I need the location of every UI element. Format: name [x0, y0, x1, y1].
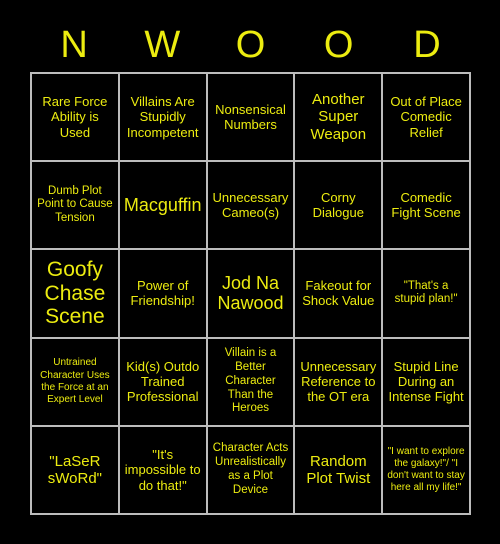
bingo-cell-label: Corny Dialogue [312, 189, 364, 221]
bingo-cell-label: Fakeout for Shock Value [302, 278, 375, 309]
bingo-cell-r2c2[interactable]: Macguffin [119, 162, 206, 249]
bingo-cell-r3c4[interactable]: Fakeout for Shock Value [295, 250, 382, 337]
bingo-cell-r4c1[interactable]: Untrained Character Uses the Force at an… [32, 338, 118, 425]
bingo-cell-r5c5[interactable]: "I want to explore the galaxy!"/ "I don'… [383, 426, 469, 513]
header-letter-5: D [413, 24, 441, 66]
bingo-cell-label: Untrained Character Uses the Force at an… [40, 357, 110, 405]
bingo-cell-label: Dumb Plot Point to Cause Tension [37, 184, 113, 225]
bingo-cell-r2c3[interactable]: Unnecessary Cameo(s) [207, 162, 294, 249]
bingo-cell-label: "I want to explore the galaxy!"/ "I don'… [387, 445, 465, 494]
bingo-cell-label: Character Acts Unrealistically as a Plot… [212, 442, 289, 496]
bingo-cell-r1c4[interactable]: Another Super Weapon [295, 74, 382, 161]
bingo-cell-label: Nonsensical Numbers [215, 101, 286, 133]
bingo-cell-label: "That's a stupid plan!" [394, 279, 458, 306]
bingo-cell-label: Macguffin [123, 195, 202, 216]
bingo-cell-label: Another Super Weapon [310, 91, 367, 143]
bingo-cell-r3c5[interactable]: "That's a stupid plan!" [383, 250, 469, 337]
bingo-cell-r4c2[interactable]: Kid(s) Outdo Trained Professional [119, 338, 206, 425]
bingo-cell-r5c1[interactable]: "LaSeR sWoRd" [32, 426, 118, 513]
header-letter-3: O [235, 24, 266, 66]
bingo-cell-label: Unnecessary Cameo(s) [212, 189, 289, 221]
header-letter-1: N [60, 24, 88, 66]
bingo-cell-label: "It's impossible to do that!" [124, 446, 201, 493]
bingo-cell-r1c5[interactable]: Out of Place Comedic Relief [383, 74, 469, 161]
bingo-cell-r5c2[interactable]: "It's impossible to do that!" [119, 426, 206, 513]
bingo-cell-label: Random Plot Twist [306, 452, 371, 487]
bingo-cell-label: Kid(s) Outdo Trained Professional [126, 358, 200, 405]
header-letter-2: W [144, 24, 181, 66]
bingo-card: N W O O D Rare Force Ability is Used Vill… [0, 0, 500, 544]
bingo-cell-label: Out of Place Comedic Relief [390, 94, 462, 140]
bingo-cell-label: Villains Are Stupidly Incompetent [126, 94, 199, 140]
bingo-cell-r2c4[interactable]: Corny Dialogue [295, 162, 382, 249]
bingo-cell-r3c3[interactable]: Jod Na Nawood [207, 250, 294, 337]
bingo-cell-r4c5[interactable]: Stupid Line During an Intense Fight [383, 338, 469, 425]
bingo-cell-r1c1[interactable]: Rare Force Ability is Used [32, 74, 118, 161]
bingo-cell-r2c1[interactable]: Dumb Plot Point to Cause Tension [32, 162, 118, 249]
bingo-cell-r5c3[interactable]: Character Acts Unrealistically as a Plot… [207, 426, 294, 513]
bingo-cell-label: Rare Force Ability is Used [42, 94, 108, 140]
bingo-cell-r4c3[interactable]: Villain is a Better Character Than the H… [207, 338, 294, 425]
bingo-cell-label: Jod Na Nawood [217, 272, 284, 314]
bingo-cell-r3c2[interactable]: Power of Friendship! [119, 250, 206, 337]
bingo-cell-label: Stupid Line During an Intense Fight [388, 358, 464, 405]
bingo-cell-label: "LaSeR sWoRd" [47, 452, 103, 487]
bingo-cell-r1c2[interactable]: Villains Are Stupidly Incompetent [119, 74, 206, 161]
bingo-cell-label: Power of Friendship! [130, 278, 195, 309]
bingo-header: N W O O D [30, 18, 471, 72]
bingo-cell-r4c4[interactable]: Unnecessary Reference to the OT era [295, 338, 382, 425]
bingo-cell-label: Goofy Chase Scene [44, 258, 106, 329]
bingo-cell-r3c1[interactable]: Goofy Chase Scene [32, 250, 118, 337]
bingo-grid: Rare Force Ability is Used Villains Are S… [30, 72, 471, 515]
header-letter-4: O [323, 24, 354, 66]
bingo-cell-r1c3[interactable]: Nonsensical Numbers [207, 74, 294, 161]
bingo-cell-label: Comedic Fight Scene [391, 189, 461, 221]
bingo-cell-label: Unnecessary Reference to the OT era [300, 358, 377, 405]
bingo-cell-r5c4[interactable]: Random Plot Twist [295, 426, 382, 513]
bingo-cell-label: Villain is a Better Character Than the H… [224, 347, 277, 415]
bingo-cell-r2c5[interactable]: Comedic Fight Scene [383, 162, 469, 249]
